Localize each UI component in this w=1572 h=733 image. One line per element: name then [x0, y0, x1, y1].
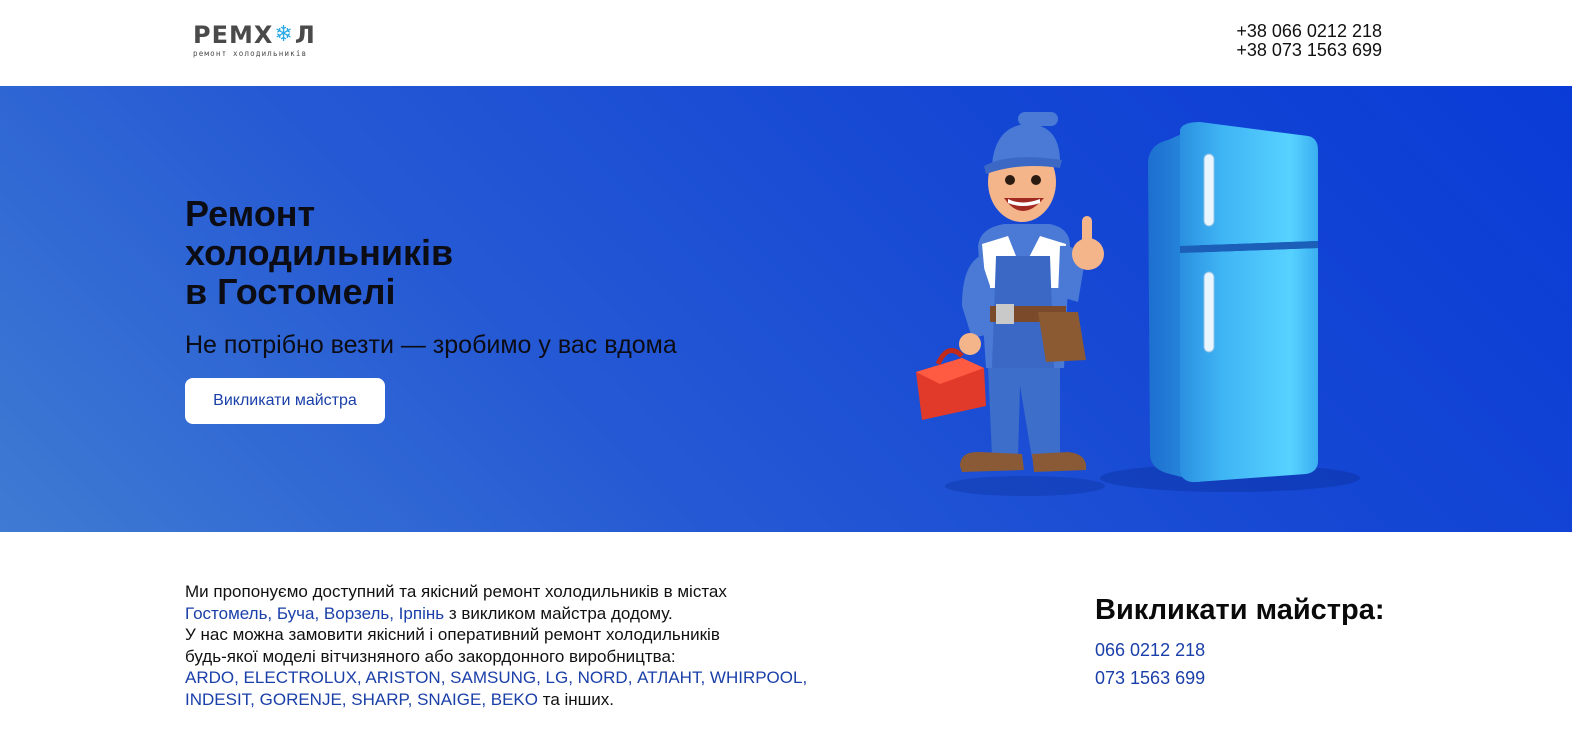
- about-line-3: У нас можна замовити якісний і оперативн…: [185, 625, 720, 645]
- brands-line-2: INDESIT, GORENJE, SHARP, SNAIGE, BEKO та…: [185, 689, 825, 711]
- call-phones: 066 0212 218 073 1563 699: [1095, 636, 1395, 692]
- call-master-button[interactable]: Викликати майстра: [185, 378, 385, 424]
- snowflake-icon: ❄: [274, 22, 294, 47]
- header-phones: +38 066 0212 218 +38 073 1563 699: [1236, 22, 1382, 60]
- about-line-4: будь-якої моделі вітчизняного або закорд…: [185, 646, 676, 666]
- hero-section: Ремонт холодильників в Гостомелі Не потр…: [0, 86, 1572, 532]
- site-header: РЕМХ ❄ Л ремонт холодильників +38 066 0212…: [0, 0, 1572, 86]
- call-phone-1[interactable]: 066 0212 218: [1095, 636, 1395, 664]
- repairman-icon: [916, 112, 1105, 496]
- call-master-block: Викликати майстра: 066 0212 218 073 1563…: [1095, 592, 1395, 692]
- hero-subtitle: Не потрібно везти — зробимо у вас вдома: [185, 331, 677, 359]
- logo[interactable]: РЕМХ ❄ Л ремонт холодильників: [193, 22, 333, 58]
- cities-list: Гостомель, Буча, Ворзель, Ірпінь: [185, 603, 445, 623]
- header-phone-2[interactable]: +38 073 1563 699: [1236, 41, 1382, 60]
- logo-text-prefix: РЕМХ: [193, 21, 274, 49]
- hero-illustration: [916, 112, 1360, 496]
- refrigerator-icon: [1100, 122, 1360, 492]
- call-phone-2[interactable]: 073 1563 699: [1095, 664, 1395, 692]
- about-line-2: Гостомель, Буча, Ворзель, Ірпінь з викли…: [185, 603, 825, 625]
- logo-wordmark: РЕМХ ❄ Л: [193, 22, 333, 48]
- about-line-1: Ми пропонуємо доступний та якісний ремон…: [185, 582, 727, 601]
- about-line-2-rest: з викликом майстра додому.: [444, 603, 673, 623]
- hero-title: Ремонт холодильників в Гостомелі: [185, 193, 454, 312]
- brands-list-2: INDESIT, GORENJE, SHARP, SNAIGE, BEKO: [185, 689, 538, 709]
- logo-tagline: ремонт холодильників: [193, 49, 308, 58]
- brands-line-1: ARDO, ELECTROLUX, ARISTON, SAMSUNG, LG, …: [185, 668, 808, 688]
- about-text: Ми пропонуємо доступний та якісний ремон…: [185, 581, 825, 711]
- logo-text-suffix: Л: [294, 21, 316, 49]
- header-phone-1[interactable]: +38 066 0212 218: [1236, 22, 1382, 41]
- brands-rest: та інших.: [538, 689, 615, 709]
- call-master-title: Викликати майстра:: [1095, 594, 1385, 626]
